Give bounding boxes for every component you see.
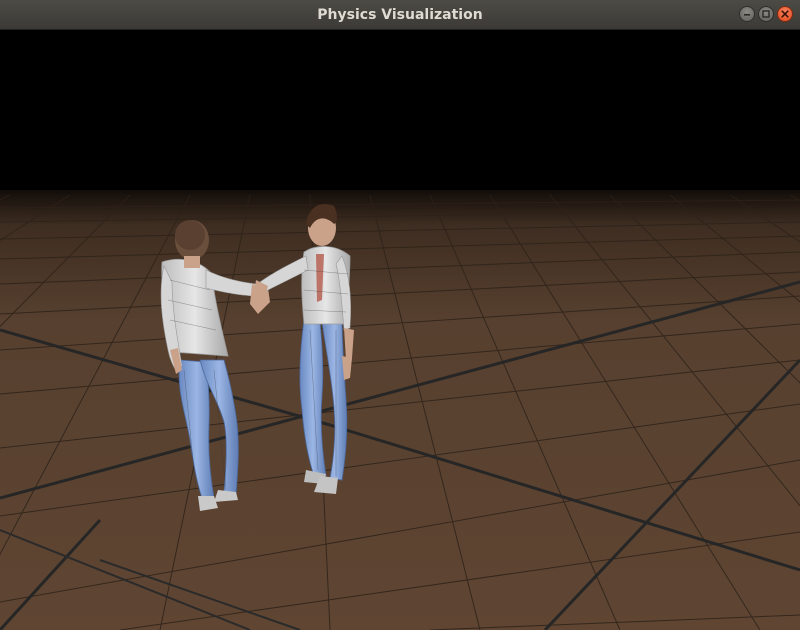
3d-viewport[interactable] — [0, 30, 800, 630]
window-controls — [739, 6, 793, 22]
maximize-button[interactable] — [758, 6, 774, 22]
title-bar[interactable]: Physics Visualization — [0, 0, 800, 30]
app-window: Physics Visualization — [0, 0, 800, 630]
close-button[interactable] — [777, 6, 793, 22]
close-icon — [781, 10, 789, 18]
window-title: Physics Visualization — [317, 7, 483, 23]
maximize-icon — [762, 10, 770, 18]
minimize-icon — [744, 14, 750, 16]
sky — [0, 30, 800, 190]
minimize-button[interactable] — [739, 6, 755, 22]
scene-canvas[interactable] — [0, 30, 800, 630]
